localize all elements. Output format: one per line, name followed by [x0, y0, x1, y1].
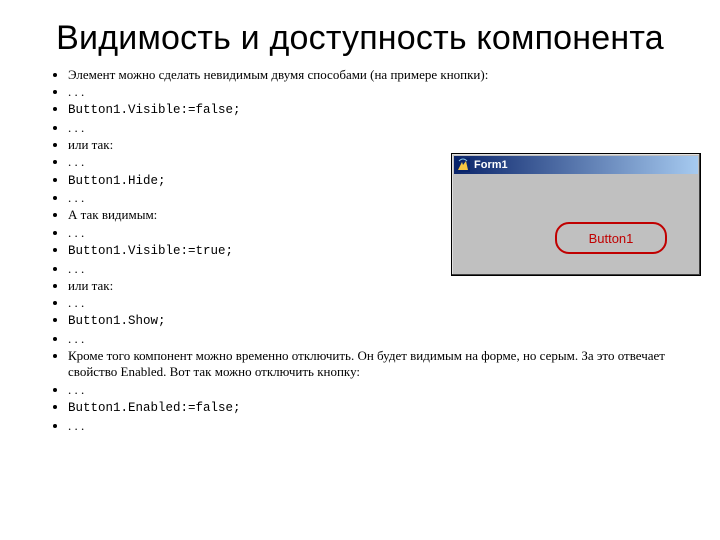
window-title: Form1 — [474, 159, 508, 171]
slide: Видимость и доступность компонента Элеме… — [0, 0, 720, 540]
bullet-text: . . . — [68, 190, 84, 205]
bullet-text: Button1.Visible:=false; — [68, 103, 241, 117]
bullet-item: Button1.Show; — [68, 312, 692, 330]
bullet-text: . . . — [68, 382, 84, 397]
bullet-item: Button1.Visible:=false; — [68, 101, 692, 119]
button1[interactable]: Button1 — [555, 222, 667, 254]
bullet-text: Button1.Show; — [68, 314, 166, 328]
bullet-text: . . . — [68, 154, 84, 169]
bullet-text: . . . — [68, 295, 84, 310]
delphi-form-window: Form1 Button1 — [451, 153, 701, 276]
button1-label: Button1 — [589, 231, 634, 246]
bullet-text: . . . — [68, 418, 84, 433]
bullet-item: Элемент можно сделать невидимым двумя сп… — [68, 67, 692, 83]
bullet-item: . . . — [68, 295, 692, 311]
bullet-item: . . . — [68, 120, 692, 136]
bullet-item: . . . — [68, 382, 692, 398]
window-client-area: Button1 — [452, 176, 700, 275]
bullet-text: . . . — [68, 331, 84, 346]
bullet-text: . . . — [68, 120, 84, 135]
bullet-text: . . . — [68, 225, 84, 240]
bullet-text: А так видимым: — [68, 207, 157, 222]
bullet-item: или так: — [68, 278, 692, 294]
bullet-text: Элемент можно сделать невидимым двумя сп… — [68, 67, 488, 82]
bullet-item: . . . — [68, 331, 692, 347]
bullet-item: Кроме того компонент можно временно откл… — [68, 348, 692, 381]
bullet-item: Button1.Enabled:=false; — [68, 399, 692, 417]
bullet-item: . . . — [68, 84, 692, 100]
bullet-item: . . . — [68, 418, 692, 434]
slide-title: Видимость и доступность компонента — [28, 20, 692, 57]
app-icon — [456, 158, 470, 172]
bullet-text: Button1.Hide; — [68, 174, 166, 188]
bullet-text: Button1.Enabled:=false; — [68, 401, 241, 415]
bullet-text: Button1.Visible:=true; — [68, 244, 233, 258]
bullet-item: или так: — [68, 137, 692, 153]
bullet-text: . . . — [68, 261, 84, 276]
window-titlebar: Form1 — [454, 156, 698, 174]
bullet-text: или так: — [68, 278, 113, 293]
bullet-text: или так: — [68, 137, 113, 152]
bullet-text: . . . — [68, 84, 84, 99]
bullet-text: Кроме того компонент можно временно откл… — [68, 348, 665, 379]
